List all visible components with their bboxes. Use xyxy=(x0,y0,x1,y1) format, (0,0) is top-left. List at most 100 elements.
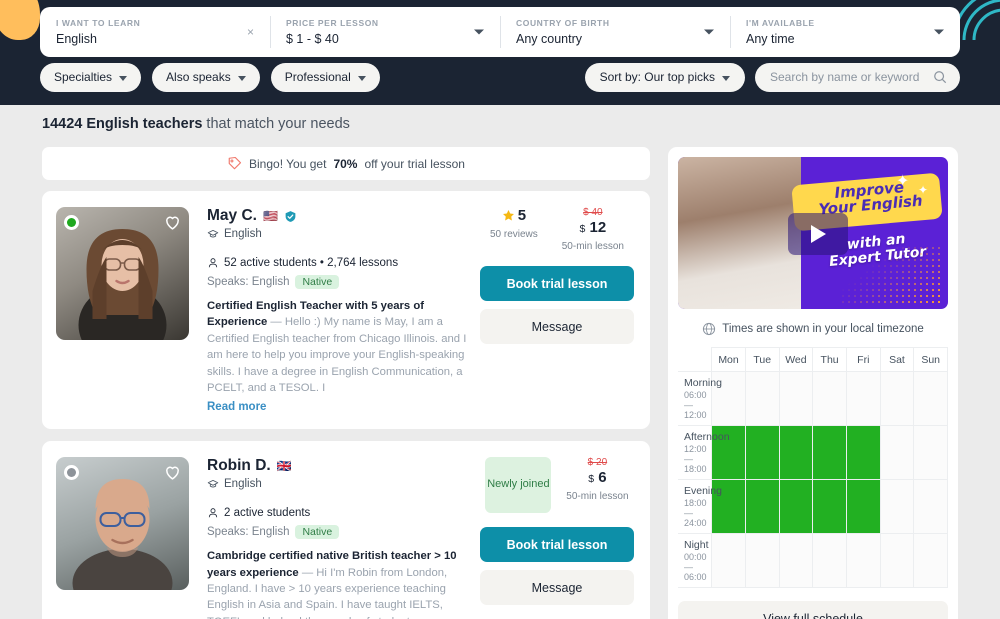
schedule-cell[interactable] xyxy=(812,479,847,534)
search-input[interactable]: Search by name or keyword xyxy=(755,62,960,92)
promo-suffix: off your trial lesson xyxy=(364,156,465,171)
teacher-name[interactable]: Robin D. xyxy=(207,457,271,475)
view-full-schedule-button[interactable]: View full schedule xyxy=(678,601,948,619)
filter-country-value: Any country xyxy=(516,32,583,46)
schedule-cell[interactable] xyxy=(913,425,948,480)
day-header-mon: Mon xyxy=(711,347,746,372)
book-trial-lesson-button[interactable]: Book trial lesson xyxy=(480,266,634,301)
favorite-heart-icon[interactable] xyxy=(163,213,182,232)
results-heading: 14424 English teachers that match your n… xyxy=(42,116,350,132)
filter-price-value: $ 1 - $ 40 xyxy=(286,32,339,46)
schedule-cell[interactable] xyxy=(812,425,847,480)
price-currency: $ xyxy=(588,473,595,486)
schedule-cell[interactable] xyxy=(778,479,814,534)
schedule-cell[interactable] xyxy=(879,479,915,534)
schedule-cell[interactable] xyxy=(845,533,881,588)
schedule-cell[interactable] xyxy=(879,425,915,480)
teacher-speaks-label: Speaks: English xyxy=(207,526,290,539)
results-count-suffix: English teachers xyxy=(86,116,203,132)
schedule-cell[interactable] xyxy=(845,479,881,534)
filter-price[interactable]: PRICE PER LESSON $ 1 - $ 40 xyxy=(270,7,500,57)
schedule-cell[interactable] xyxy=(744,533,780,588)
schedule-cell[interactable] xyxy=(913,479,948,534)
favorite-heart-icon[interactable] xyxy=(163,463,182,482)
promo-highlight: 70% xyxy=(333,156,358,171)
teacher-card[interactable]: Robin D. 🇬🇧 English 2 active students Sp… xyxy=(42,441,650,619)
day-header-thu: Thu xyxy=(812,347,847,372)
filter-availability[interactable]: I'M AVAILABLE Any time xyxy=(730,7,960,57)
message-button[interactable]: Message xyxy=(480,570,634,606)
clear-icon[interactable]: × xyxy=(247,26,254,38)
schedule-cell[interactable] xyxy=(812,371,847,426)
schedule-cell[interactable] xyxy=(879,533,915,588)
chip-specialties[interactable]: Specialties xyxy=(40,62,142,92)
schedule-row-name: Morning xyxy=(684,377,722,389)
schedule-cell[interactable] xyxy=(778,371,814,426)
page-root: I WANT TO LEARN English × PRICE PER LESS… xyxy=(0,0,1000,619)
schedule-cell[interactable] xyxy=(778,425,814,480)
teacher-speaks-row: Speaks: English Native xyxy=(207,275,472,289)
chevron-down-icon[interactable] xyxy=(704,29,714,35)
schedule-cell[interactable] xyxy=(711,533,746,588)
price-original: $ 20 xyxy=(587,457,608,469)
schedule-cell[interactable] xyxy=(744,371,780,426)
schedule-cell[interactable] xyxy=(913,533,948,588)
schedule-cell[interactable] xyxy=(744,479,780,534)
teacher-name[interactable]: May C. xyxy=(207,207,257,225)
chevron-down-icon xyxy=(237,75,246,81)
graduation-cap-icon xyxy=(207,229,219,238)
sidebar-column: Improve Your English with an Expert Tuto… xyxy=(668,147,958,619)
teacher-actions: 5 50 reviews $ 40 $ 12 50-min lesson Boo… xyxy=(478,207,636,415)
price-original: $ 40 xyxy=(583,207,603,218)
schedule-row-range: 12:00—18:00 xyxy=(684,444,707,474)
timezone-note: Times are shown in your local timezone xyxy=(678,322,948,336)
chip-professional[interactable]: Professional xyxy=(270,62,380,92)
day-header-tue: Tue xyxy=(744,347,780,372)
rating-value-row: 5 xyxy=(490,207,538,224)
schedule-row-range: 18:00—24:00 xyxy=(684,498,707,528)
schedule-row-label: Morning 06:00—12:00 xyxy=(678,371,722,426)
chevron-down-icon[interactable] xyxy=(474,29,484,35)
teacher-photo-wrap xyxy=(56,207,189,415)
globe-icon xyxy=(703,322,716,336)
country-flag-icon: 🇬🇧 xyxy=(276,459,292,474)
chevron-down-icon[interactable] xyxy=(934,29,944,35)
sparkle-icon: ✦ xyxy=(918,183,929,197)
schedule-cell[interactable] xyxy=(778,533,814,588)
chip-also-speaks[interactable]: Also speaks xyxy=(152,62,260,92)
filter-country[interactable]: COUNTRY OF BIRTH Any country xyxy=(500,7,730,57)
teacher-photo-wrap xyxy=(56,457,189,619)
search-header: I WANT TO LEARN English × PRICE PER LESS… xyxy=(0,0,1000,105)
sort-by-dropdown[interactable]: Sort by: Our top picks xyxy=(584,62,745,92)
status-dot-fill xyxy=(67,218,76,227)
timezone-note-text: Times are shown in your local timezone xyxy=(722,323,924,335)
teacher-card[interactable]: May C. 🇺🇸 English 52 active students • 2… xyxy=(42,191,650,430)
schedule-row-label: Night 00:00—06:00 xyxy=(678,533,713,588)
status-dot-fill xyxy=(67,468,76,478)
message-button[interactable]: Message xyxy=(480,309,634,344)
book-trial-lesson-button[interactable]: Book trial lesson xyxy=(480,527,634,563)
teacher-subject: English xyxy=(224,478,262,491)
price-amount: 12 xyxy=(589,219,607,236)
schedule-cell[interactable] xyxy=(744,425,780,480)
read-more-link[interactable]: Read more xyxy=(207,401,266,413)
reviews-count: 50 reviews xyxy=(489,229,538,240)
schedule-row-range: 06:00—12:00 xyxy=(684,390,707,420)
filter-learn[interactable]: I WANT TO LEARN English × xyxy=(40,7,270,57)
filter-price-label: PRICE PER LESSON xyxy=(286,18,379,28)
lesson-duration: 50-min lesson xyxy=(561,241,624,252)
teacher-stats: 2 active students xyxy=(224,507,311,520)
schedule-cell[interactable] xyxy=(845,425,881,480)
promo-prefix: Bingo! You get xyxy=(249,156,327,171)
filter-availability-value: Any time xyxy=(746,32,795,46)
search-input-placeholder: Search by name or keyword xyxy=(770,70,920,84)
graduation-cap-icon xyxy=(207,480,219,488)
availability-schedule: Mon Tue Wed Thu Fri Sat Sun Morning 06:0… xyxy=(678,347,948,588)
schedule-cell[interactable] xyxy=(913,371,948,426)
schedule-cell[interactable] xyxy=(812,533,847,588)
schedule-cell[interactable] xyxy=(879,371,915,426)
sort-by-label: Sort by: Our top picks xyxy=(599,70,715,84)
schedule-cell[interactable] xyxy=(845,371,881,426)
promo-video-thumbnail[interactable]: Improve Your English with an Expert Tuto… xyxy=(678,157,948,309)
schedule-panel: Improve Your English with an Expert Tuto… xyxy=(668,147,958,619)
